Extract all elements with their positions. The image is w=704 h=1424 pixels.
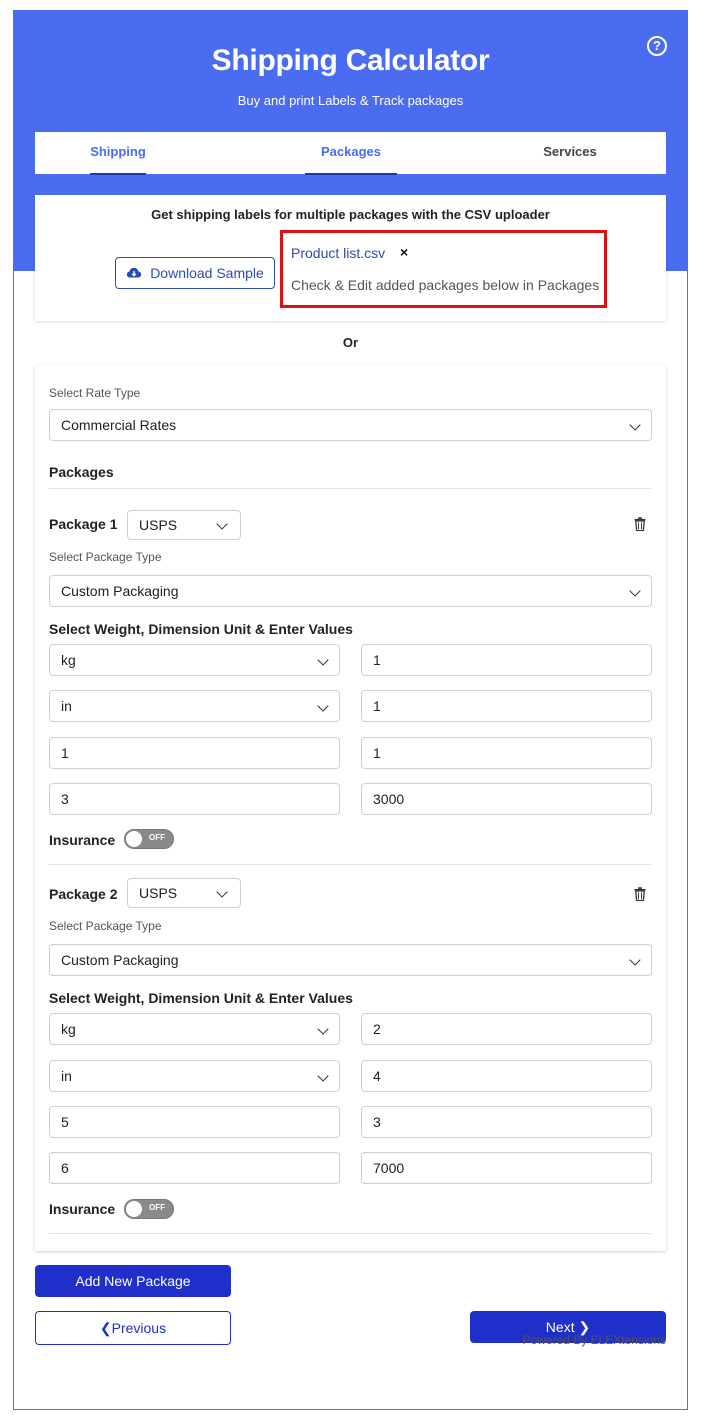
package-2-dimension-unit-select[interactable]: in <box>49 1060 340 1092</box>
tab-shipping-underline <box>90 173 146 175</box>
package-1-units-label: Select Weight, Dimension Unit & Enter Va… <box>49 621 353 637</box>
package-2-insurance-toggle[interactable]: OFF <box>124 1199 174 1219</box>
package-2-length-input[interactable]: 4 <box>361 1060 652 1092</box>
packages-heading: Packages <box>49 464 114 480</box>
tab-packages-label: Packages <box>321 144 381 159</box>
trash-icon[interactable] <box>634 887 646 901</box>
chevron-down-icon <box>629 585 641 597</box>
package-2-units-label: Select Weight, Dimension Unit & Enter Va… <box>49 990 353 1006</box>
package-2-dimension-unit-value: in <box>61 1068 72 1084</box>
download-sample-label: Download Sample <box>150 265 264 281</box>
package-2-insurance-label: Insurance <box>49 1201 116 1217</box>
toggle-knob <box>126 1201 142 1217</box>
chevron-down-icon <box>317 1023 329 1035</box>
trash-icon[interactable] <box>634 517 646 531</box>
divider <box>49 488 652 489</box>
tab-packages-underline <box>305 173 397 175</box>
toggle-knob <box>126 831 142 847</box>
package-1-weight-unit-value: kg <box>61 652 76 668</box>
tab-shipping-label: Shipping <box>90 144 146 159</box>
rate-type-select[interactable]: Commercial Rates <box>49 409 652 441</box>
package-1-weight-input[interactable]: 1 <box>361 644 652 676</box>
package-1-carrier-select[interactable]: USPS <box>127 510 241 540</box>
package-1-carrier-value: USPS <box>139 517 178 533</box>
or-separator: Or <box>342 335 359 350</box>
upload-hint: Check & Edit added packages below in Pac… <box>291 277 600 293</box>
chevron-down-icon <box>629 419 641 431</box>
chevron-down-icon <box>629 954 641 966</box>
package-2-carrier-select[interactable]: USPS <box>127 878 241 908</box>
toggle-state-text: OFF <box>149 833 165 842</box>
package-2-extra-right-input[interactable]: 7000 <box>361 1152 652 1184</box>
toggle-state-text: OFF <box>149 1203 165 1212</box>
package-2-type-value: Custom Packaging <box>61 952 179 968</box>
package-1-type-select[interactable]: Custom Packaging <box>49 575 652 607</box>
cloud-download-icon <box>126 267 142 278</box>
package-1-length-input[interactable]: 1 <box>361 690 652 722</box>
tab-packages[interactable]: Packages <box>305 132 397 175</box>
package-2-type-label: Select Package Type <box>49 919 162 933</box>
remove-file-close-icon[interactable]: × <box>400 244 408 260</box>
package-1-weight-unit-select[interactable]: kg <box>49 644 340 676</box>
chevron-down-icon <box>216 886 228 898</box>
chevron-down-icon <box>317 700 329 712</box>
rate-type-value: Commercial Rates <box>61 417 177 433</box>
tab-shipping[interactable]: Shipping <box>90 132 146 175</box>
app-frame: ? Shipping Calculator Buy and print Labe… <box>13 10 688 1410</box>
package-2-weight-input[interactable]: 2 <box>361 1013 652 1045</box>
package-2-type-select[interactable]: Custom Packaging <box>49 944 652 976</box>
chevron-down-icon <box>317 1070 329 1082</box>
package-1-extra-left-input[interactable]: 3 <box>49 783 340 815</box>
page-subtitle: Buy and print Labels & Track packages <box>237 93 464 108</box>
package-form-card: Select Rate Type Commercial Rates Packag… <box>35 365 666 1251</box>
powered-by-footer: Powered By ELEXtensions <box>522 1333 666 1347</box>
package-2-carrier-value: USPS <box>139 885 178 901</box>
csv-heading: Get shipping labels for multiple package… <box>151 207 550 222</box>
package-1-height-input[interactable]: 1 <box>361 737 652 769</box>
package-1-label: Package 1 <box>49 516 118 532</box>
rate-type-label: Select Rate Type <box>49 386 141 400</box>
package-2-weight-unit-select[interactable]: kg <box>49 1013 340 1045</box>
package-2-height-input[interactable]: 3 <box>361 1106 652 1138</box>
uploaded-file-box: Product list.csv × Check & Edit added pa… <box>280 230 607 308</box>
package-2-extra-left-input[interactable]: 6 <box>49 1152 340 1184</box>
package-2-width-input[interactable]: 5 <box>49 1106 340 1138</box>
package-1-dimension-unit-value: in <box>61 698 72 714</box>
package-1-dimension-unit-select[interactable]: in <box>49 690 340 722</box>
package-1-type-label: Select Package Type <box>49 550 162 564</box>
chevron-down-icon <box>216 518 228 530</box>
tab-services-label: Services <box>543 144 597 159</box>
add-new-package-button[interactable]: Add New Package <box>35 1265 231 1297</box>
package-2-label: Package 2 <box>49 886 118 902</box>
chevron-down-icon <box>317 654 329 666</box>
package-1-insurance-label: Insurance <box>49 832 116 848</box>
divider <box>49 1233 652 1234</box>
previous-button[interactable]: ❮Previous <box>35 1311 231 1345</box>
download-sample-button[interactable]: Download Sample <box>115 257 275 289</box>
package-1-type-value: Custom Packaging <box>61 583 179 599</box>
package-2-weight-unit-value: kg <box>61 1021 76 1037</box>
csv-uploader-card: Get shipping labels for multiple package… <box>35 195 666 321</box>
package-1-width-input[interactable]: 1 <box>49 737 340 769</box>
package-1-insurance-toggle[interactable]: OFF <box>124 829 174 849</box>
uploaded-file-name[interactable]: Product list.csv <box>291 245 385 261</box>
page-title: Shipping Calculator <box>211 44 490 77</box>
step-tabs: Shipping Packages Services <box>35 132 666 175</box>
tab-services[interactable]: Services <box>525 132 615 174</box>
package-1-extra-right-input[interactable]: 3000 <box>361 783 652 815</box>
divider <box>49 864 652 865</box>
